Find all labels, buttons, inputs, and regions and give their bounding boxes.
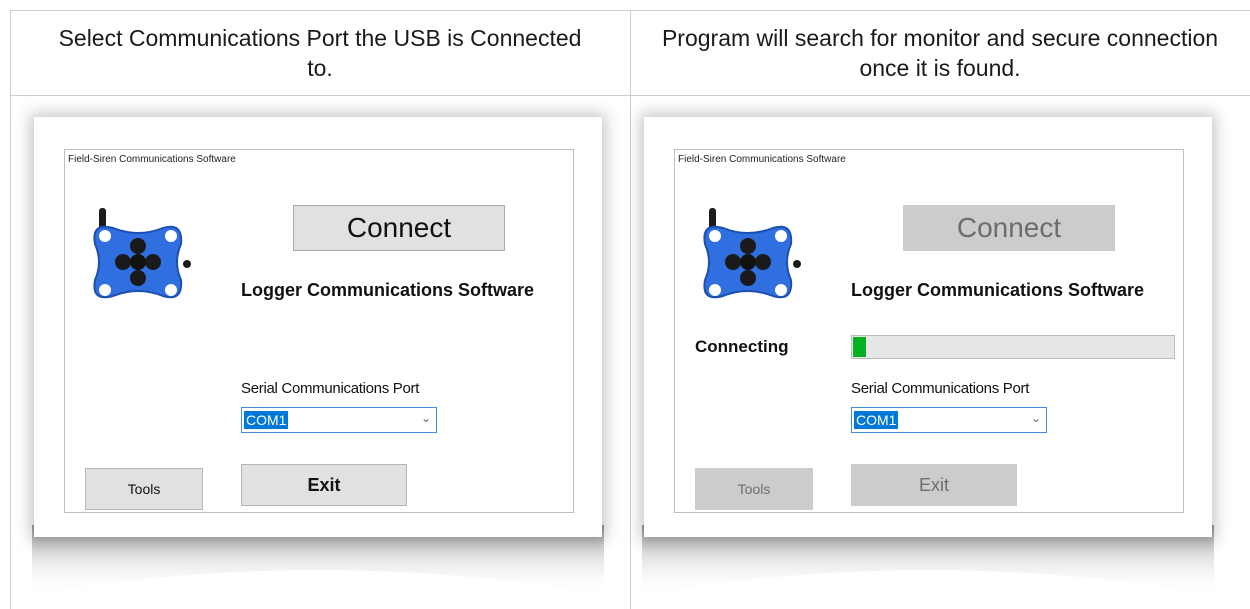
serial-port-value: COM1 (244, 411, 289, 429)
app-subtitle: Logger Communications Software (851, 280, 1145, 300)
logger-device-icon (703, 208, 801, 299)
app-window: Field-Siren Communications Software Conn… (674, 149, 1184, 513)
app-window: Field-Siren Communications Software Conn… (64, 149, 574, 513)
table-border-left (10, 10, 11, 609)
chevron-down-icon[interactable]: ⌄ (1031, 411, 1041, 425)
serial-port-label: Serial Communications Port (851, 380, 1030, 397)
panel-connecting: Field-Siren Communications Software Conn… (634, 105, 1222, 605)
header-left: Select Communications Port the USB is Co… (58, 24, 582, 81)
tools-button[interactable]: Tools (85, 468, 203, 510)
header-right: Program will search for monitor and secu… (661, 24, 1219, 81)
app-subtitle: Logger Communications Software (241, 280, 535, 300)
logger-device-icon (93, 208, 191, 299)
connection-status: Connecting (695, 337, 789, 356)
panel-select-port: Field-Siren Communications Software Conn… (24, 105, 612, 605)
connection-progress-bar (851, 335, 1175, 359)
exit-button[interactable]: Exit (241, 464, 407, 506)
table-header-divider (10, 95, 1250, 96)
connect-button[interactable]: Connect (293, 205, 505, 251)
tools-button[interactable]: Tools (695, 468, 813, 510)
chevron-down-icon[interactable]: ⌄ (421, 411, 431, 425)
progress-fill (853, 337, 866, 357)
serial-port-value: COM1 (854, 411, 899, 429)
window-title: Field-Siren Communications Software (68, 154, 236, 165)
exit-button[interactable]: Exit (851, 464, 1017, 506)
comparison-table: Select Communications Port the USB is Co… (10, 10, 1250, 609)
window-title: Field-Siren Communications Software (678, 154, 846, 165)
screenshot-card: Field-Siren Communications Software Conn… (34, 117, 602, 537)
connect-button[interactable]: Connect (903, 205, 1115, 251)
table-divider (630, 10, 631, 609)
serial-port-label: Serial Communications Port (241, 380, 420, 397)
serial-port-select[interactable]: COM1 ⌄ (851, 407, 1047, 433)
serial-port-select[interactable]: COM1 ⌄ (241, 407, 437, 433)
screenshot-card: Field-Siren Communications Software Conn… (644, 117, 1212, 537)
